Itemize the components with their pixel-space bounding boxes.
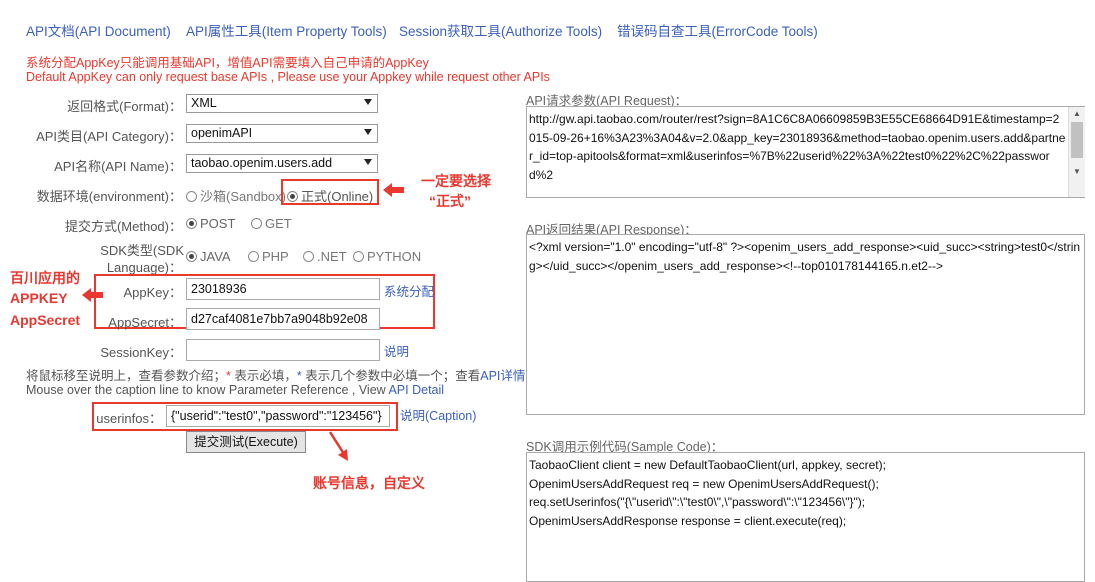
method-get-label: GET [265, 216, 292, 231]
method-get-option[interactable]: GET [251, 216, 292, 231]
sample-line: req.setUserinfos("{\"userid\":\"test0\",… [529, 495, 866, 509]
appsecret-input[interactable]: d27caf4081e7bb7a9048b92e08 [186, 308, 380, 330]
category-selected-value: openimAPI [191, 126, 253, 140]
sample-line: TaobaoClient client = new DefaultTaobaoC… [529, 458, 886, 472]
arrow-left-icon [383, 183, 404, 197]
annotation-appkey-3: AppSecret [10, 312, 81, 328]
api-detail-en-link[interactable]: API Detail [388, 383, 444, 397]
radio-selected-icon[interactable] [186, 251, 197, 262]
execute-button[interactable]: 提交测试(Execute) [186, 431, 306, 453]
api-detail-cn-link[interactable]: API详情 [480, 369, 525, 383]
chevron-down-icon [364, 129, 372, 135]
scroll-down-icon[interactable]: ▼ [1069, 165, 1085, 179]
sdk-java-label: JAVA [200, 249, 231, 264]
nav-item-property-link[interactable]: API属性工具(Item Property Tools) [186, 20, 387, 40]
category-select[interactable]: openimAPI [186, 124, 378, 143]
appkey-label: AppKey： [123, 285, 182, 300]
annotation-online-1: 一定要选择 [421, 173, 491, 189]
sdk-net-label: .NET [317, 249, 347, 264]
sample-line: OpenimUsersAddRequest req = new OpenimUs… [529, 476, 879, 491]
userinfos-label: userinfos： [96, 411, 162, 426]
warning-cn: 系统分配AppKey只能调用基础API，增值API需要填入自己申请的AppKey [26, 56, 429, 70]
category-label: API类目(API Category)： [36, 129, 182, 144]
appsecret-label: AppSecret： [108, 315, 182, 330]
request-scrollbar[interactable]: ▲ ▼ [1068, 107, 1085, 197]
userinfos-input[interactable]: {"userid":"test0","password":"123456"} [166, 405, 390, 427]
sdk-php-option[interactable]: PHP [248, 249, 289, 264]
nav-errorcode-tools-link[interactable]: 错误码自查工具(ErrorCode Tools) [617, 20, 818, 40]
request-textarea[interactable]: http://gw.api.taobao.com/router/rest?sig… [526, 106, 1085, 198]
annotation-appkey-1: 百川应用的 [10, 270, 80, 286]
env-sandbox-label: 沙箱(Sandbox) [200, 189, 286, 204]
radio-selected-icon[interactable] [186, 218, 197, 229]
scrollbar-thumb[interactable] [1071, 122, 1083, 158]
chevron-down-icon [364, 159, 372, 165]
method-label: 提交方式(Method)： [64, 219, 182, 234]
env-label: 数据环境(environment)： [36, 189, 182, 204]
nav-api-document-link[interactable]: API文档(API Document) [26, 20, 171, 40]
format-select[interactable]: XML [186, 94, 378, 113]
annotation-account: 账号信息，自定义 [313, 475, 425, 491]
format-label: 返回格式(Format)： [67, 99, 182, 114]
hint-en-text: Mouse over the caption line to know Para… [26, 383, 389, 397]
sdk-php-label: PHP [262, 249, 289, 264]
annotation-online-2: “正式” [429, 193, 471, 209]
warning-en: Default AppKey can only request base API… [26, 70, 550, 84]
scroll-up-icon[interactable]: ▲ [1069, 107, 1085, 121]
radio-icon[interactable] [248, 251, 259, 262]
appkey-system-link[interactable]: 系统分配 [384, 281, 434, 300]
radio-icon[interactable] [186, 191, 197, 202]
nav-authorize-tools-link[interactable]: Session获取工具(Authorize Tools) [399, 20, 602, 40]
api-name-label: API名称(API Name)： [54, 159, 182, 174]
format-selected-value: XML [191, 96, 217, 110]
api-name-select[interactable]: taobao.openim.users.add [186, 154, 378, 173]
hint-cn-text: 将鼠标移至说明上，查看参数介绍； [26, 369, 227, 383]
env-sandbox-option[interactable]: 沙箱(Sandbox) [186, 186, 286, 205]
radio-icon[interactable] [251, 218, 262, 229]
api-name-selected-value: taobao.openim.users.add [191, 156, 333, 170]
sessionkey-help-link[interactable]: 说明 [384, 341, 409, 360]
hint-en: Mouse over the caption line to know Para… [26, 383, 444, 397]
sample-textarea[interactable]: TaobaoClient client = new DefaultTaobaoC… [526, 452, 1085, 582]
sdk-python-option[interactable]: PYTHON [353, 249, 421, 264]
radio-icon[interactable] [303, 251, 314, 262]
hint-required-text: 表示必填， [230, 369, 297, 383]
hint-cn: 将鼠标移至说明上，查看参数介绍；* 表示必填，* 表示几个参数中必填一个；查看A… [26, 365, 525, 384]
sdk-python-label: PYTHON [367, 249, 422, 264]
arrow-left-icon [82, 288, 103, 302]
method-post-option[interactable]: POST [186, 216, 235, 231]
arrow-down-right-icon [328, 431, 348, 461]
annotation-appkey-2: APPKEY [10, 290, 68, 306]
hint-oneof-text: 表示几个参数中必填一个；查看 [301, 369, 481, 383]
sample-line: OpenimUsersAddResponse response = client… [529, 513, 847, 528]
chevron-down-icon [364, 99, 372, 105]
online-highlight-box [281, 179, 379, 205]
appkey-input[interactable]: 23018936 [186, 278, 380, 300]
method-post-label: POST [200, 216, 236, 231]
request-content: http://gw.api.taobao.com/router/rest?sig… [529, 112, 1066, 182]
response-content: <?xml version="1.0" encoding="utf-8" ?><… [529, 240, 1081, 273]
sdk-java-option[interactable]: JAVA [186, 249, 231, 264]
sessionkey-label: SessionKey： [100, 345, 182, 360]
response-textarea[interactable]: <?xml version="1.0" encoding="utf-8" ?><… [526, 234, 1085, 415]
sdk-net-option[interactable]: .NET [303, 249, 347, 264]
userinfos-caption-link[interactable]: 说明(Caption) [400, 405, 476, 424]
radio-icon[interactable] [353, 251, 364, 262]
sessionkey-input[interactable] [186, 339, 380, 361]
